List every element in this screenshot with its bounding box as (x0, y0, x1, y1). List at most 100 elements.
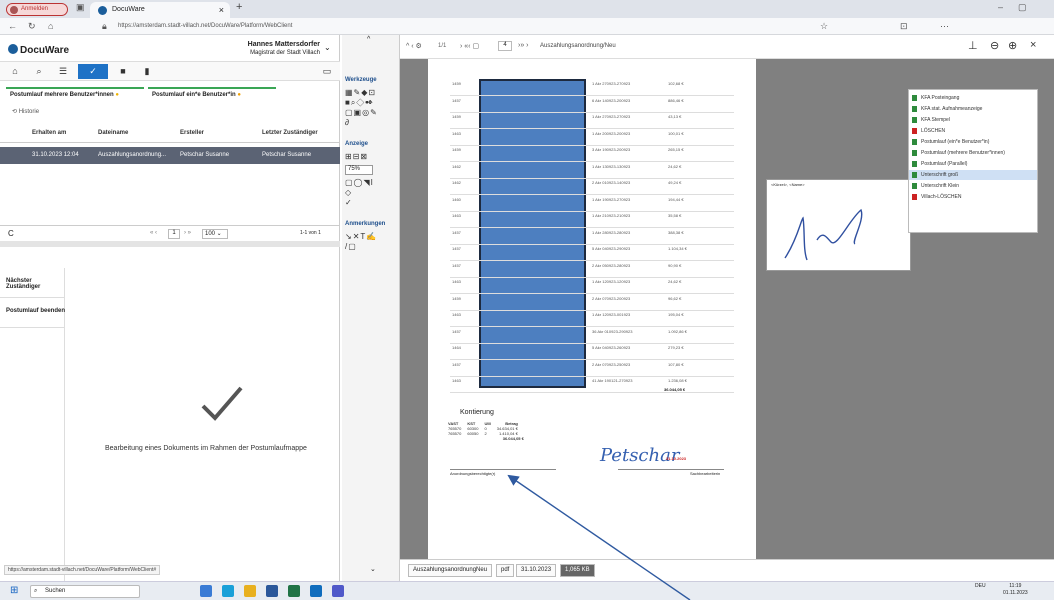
viewer-next-icons[interactable]: ›» › (518, 42, 529, 49)
language-indicator[interactable]: DEU (975, 583, 986, 589)
close-viewer-icon[interactable]: × (1030, 39, 1036, 51)
stamp-menu-item[interactable]: Villach-LÖSCHEN (909, 192, 1037, 202)
back-icon[interactable]: ← (8, 18, 17, 35)
tab-postumlauf-einer[interactable]: Postumlauf ein*e Benutzer*in ● (148, 87, 276, 101)
viewer-page-input[interactable]: 4 (498, 41, 512, 51)
stamp-menu-label: KFA stat. Aufnahmeanzeige (921, 106, 983, 112)
maximize-icon[interactable]: ▢ (1018, 0, 1027, 16)
column-header[interactable]: Erhalten am (32, 130, 66, 136)
column-header[interactable]: Letzter Zuständiger (262, 130, 318, 136)
konti-grid: VAST KST UIII Betrag 765570 60300 0 34.634,01 €… (448, 421, 524, 441)
signature-stamp-preview[interactable]: <Kürzel>, <Name> (766, 179, 911, 271)
cell-received: 31.10.2023 12:04 (32, 152, 79, 158)
annotation-shapes[interactable]: ↘✕T✍/▢ (345, 232, 377, 252)
stamp-icon (912, 183, 917, 189)
annotation-tools[interactable]: ▦✎◆⊡ ■⌕◇✒ ▢▣◎✎ ∂ (345, 88, 378, 128)
stamp-menu-label: KFA Posteingang (921, 95, 960, 101)
completion-message: Bearbeitung eines Dokuments im Rahmen de… (105, 445, 307, 452)
view-tools[interactable]: ⊞⊟⊠ (345, 152, 368, 162)
chevron-down-icon[interactable]: ⌄ (370, 565, 376, 573)
page-size-select[interactable]: 100 ⌄ (202, 229, 228, 239)
column-header[interactable]: Ersteller (180, 130, 204, 136)
excel-icon[interactable] (288, 585, 300, 597)
zoom-select[interactable]: 75% (345, 165, 373, 175)
page-input[interactable]: 1 (168, 229, 180, 239)
refresh-list-icon[interactable]: C (8, 229, 14, 238)
start-icon[interactable]: ⊞ (10, 585, 18, 596)
tray-icon[interactable]: ⌂ (4, 64, 26, 79)
outlook-icon[interactable] (310, 585, 322, 597)
home-icon[interactable]: ⌂ (48, 18, 53, 35)
stamp-menu-item[interactable]: Postumlauf (mehrere Benutzer*innen) (909, 148, 1037, 158)
search-icon[interactable]: ⌕ (28, 64, 50, 79)
status-date: 31.10.2023 (516, 564, 557, 577)
stamp-menu-item[interactable]: KFA stat. Aufnahmeanzeige (909, 104, 1037, 114)
stamp-icon (912, 172, 917, 178)
collections-icon[interactable]: ⊡ (900, 18, 908, 35)
stamp-menu-item[interactable]: Postumlauf (ein*e Benutzer*in) (909, 137, 1037, 147)
clock-time: 11:19 (1009, 583, 1022, 589)
chevron-down-icon[interactable]: ⌄ (324, 43, 331, 52)
url-field[interactable]: https://amsterdam.stadt-villach.net/Docu… (118, 20, 678, 33)
user-info[interactable]: Hannes Mattersdorfer Magistrat der Stadt … (200, 41, 320, 57)
cell-creator: Petschar Susanne (180, 152, 230, 158)
column-header[interactable]: Dateiname (98, 130, 128, 136)
annotations-section-title[interactable]: Anmerkungen (345, 221, 385, 227)
favorite-icon[interactable]: ☆ (820, 18, 828, 35)
panel-toggle-icon[interactable]: ▭ (316, 64, 338, 79)
tab-docuware[interactable]: DocuWare × (90, 2, 230, 18)
stamp-menu-item[interactable]: Unterschrift Klein (909, 181, 1037, 191)
main-toolbar: ⌂ ⌕ ☰ ✓ ■ ▮ ▭ (0, 61, 340, 81)
collapse-icon[interactable]: ^ (367, 36, 370, 43)
action-end-circulation[interactable]: Postumlauf beenden (0, 298, 65, 328)
zoom-in-icon[interactable]: ⊕ (1008, 39, 1017, 52)
stamp-tool-icon[interactable]: ⊥ (968, 39, 978, 52)
doc-row-id: 1463 (452, 213, 461, 218)
doc-row-divider (450, 161, 734, 162)
settings-menu-icon[interactable]: ⋯ (940, 18, 949, 35)
stamp-menu-label: Postumlauf (mehrere Benutzer*innen) (921, 150, 1005, 156)
viewer-status-bar: AuszahlungsanordnungNeu pdf 31.10.2023 1… (400, 559, 1054, 581)
doc-row-divider (450, 375, 734, 377)
table-row[interactable]: 31.10.2023 12:04 Auszahlungsanordnung...… (0, 147, 340, 164)
tab-actions-icon[interactable]: ▣ (76, 0, 85, 16)
store-icon[interactable]: ▮ (136, 64, 158, 79)
doc-row-desc: 1 Akr 270923-270923 (592, 81, 631, 86)
folder-icon[interactable]: ■ (112, 64, 134, 79)
pager-next[interactable]: › » (184, 230, 191, 236)
teams-icon[interactable] (332, 585, 344, 597)
zoom-out-icon[interactable]: ⊖ (990, 39, 999, 52)
stamp-menu-item[interactable]: Postumlauf (Parallel) (909, 159, 1037, 169)
action-next-responsible[interactable]: Nächster Zuständiger (0, 268, 65, 298)
stamp-menu-item[interactable]: KFA Stempel (909, 115, 1037, 125)
tab-postumlauf-mehrere[interactable]: Postumlauf mehrere Benutzer*innen ● (6, 87, 144, 101)
tools-section-title[interactable]: Werkzeuge (345, 77, 377, 83)
tasks-icon[interactable]: ✓ (78, 64, 108, 79)
pager-prev[interactable]: « ‹ (150, 230, 157, 236)
doc-row-desc: 1 Akr 200923-200923 (592, 130, 631, 136)
refresh-icon[interactable]: ↻ (28, 18, 36, 35)
stamp-menu-item[interactable]: KFA Posteingang (909, 93, 1037, 103)
clock[interactable]: 11:19 01.11.2023 (1003, 583, 1028, 597)
avatar-icon (10, 6, 18, 14)
viewer-prev-icons[interactable]: › «‹ ▢ (460, 42, 479, 50)
view-tools-2[interactable]: ▢◯◥I ◇ ✓ (345, 178, 374, 208)
viewer-nav-icons[interactable]: ^ ‹ ⚙ (406, 42, 422, 50)
explorer-icon[interactable] (244, 585, 256, 597)
edge-icon[interactable] (222, 585, 234, 597)
new-tab-icon[interactable]: + (236, 1, 242, 13)
doc-row-divider (450, 177, 734, 179)
taskbar-app-icon[interactable] (200, 585, 212, 597)
view-section-title[interactable]: Anzeige (345, 141, 368, 147)
history-link[interactable]: ⟲ Historie (12, 108, 39, 115)
stamp-menu-item[interactable]: LÖSCHEN (909, 126, 1037, 136)
account-button[interactable]: Anmelden (6, 3, 68, 16)
splitter[interactable] (0, 241, 340, 247)
taskbar-search[interactable]: ⌕ Suchen (30, 585, 140, 598)
word-icon[interactable] (266, 585, 278, 597)
list-icon[interactable]: ☰ (52, 64, 74, 79)
minimize-icon[interactable]: – (998, 0, 1003, 16)
tab-close-icon[interactable]: × (219, 2, 224, 18)
stamp-menu-item[interactable]: Unterschrift groß (909, 170, 1037, 180)
doc-row-id: 1459 (452, 147, 461, 152)
